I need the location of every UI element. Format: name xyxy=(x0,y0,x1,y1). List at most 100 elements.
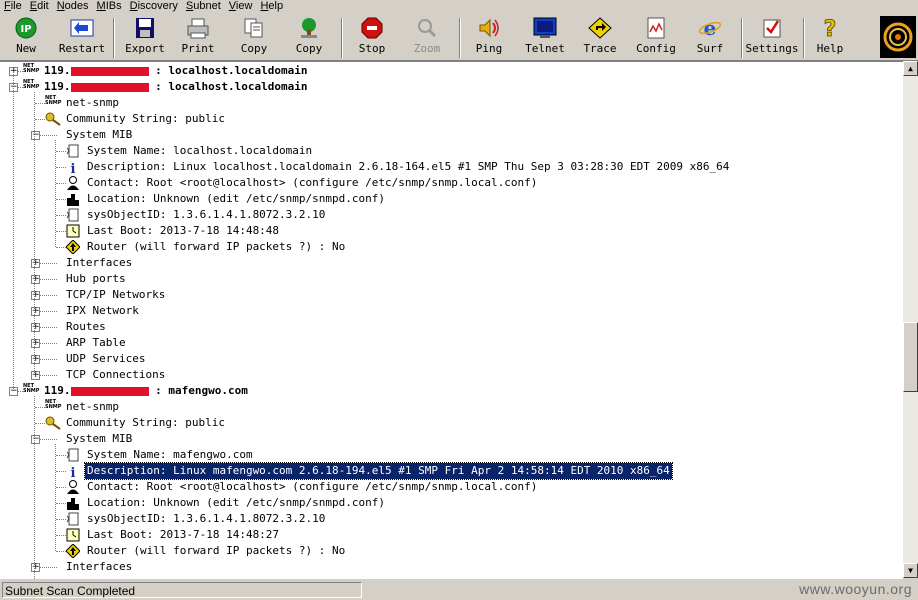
expand-icon[interactable]: + xyxy=(31,307,40,316)
tree-connector xyxy=(56,519,66,520)
tree-node[interactable]: System Name: localhost.localdomain xyxy=(0,143,903,159)
config-button[interactable]: Config xyxy=(633,16,679,58)
trace-button[interactable]: Trace xyxy=(578,16,622,58)
copy-button[interactable]: Copy xyxy=(232,16,276,58)
node-tree[interactable]: + NET SNMP 119. : localhost.localdomain − NET… xyxy=(0,61,903,579)
tree-connector xyxy=(56,455,66,456)
toolbar-button-label: Copy xyxy=(240,42,268,55)
expand-icon[interactable]: + xyxy=(31,355,40,364)
tree-node[interactable]: + Interfaces xyxy=(0,255,903,271)
menu-nodes[interactable]: Nodes xyxy=(53,0,93,13)
app-logo-icon xyxy=(880,16,916,58)
expand-icon[interactable]: + xyxy=(31,339,40,348)
tree-node[interactable]: Last Boot: 2013-7-18 14:48:48 xyxy=(0,223,903,239)
tree-node[interactable]: Location: Unknown (edit /etc/snmp/snmpd.… xyxy=(0,191,903,207)
tree-node[interactable]: − NET SNMP 119. : mafengwo.com xyxy=(0,383,903,399)
tree-node[interactable]: + ARP Table xyxy=(0,335,903,351)
tree-node[interactable]: System Name: mafengwo.com xyxy=(0,447,903,463)
tree-node[interactable]: − NET SNMP 119. : localhost.localdomain xyxy=(0,79,903,95)
toolbar-separator xyxy=(741,18,742,58)
copy-button[interactable]: Copy xyxy=(287,16,331,58)
tree-node-label: Last Boot: 2013-7-18 14:48:48 xyxy=(87,223,279,239)
tree-node[interactable]: sysObjectID: 1.3.6.1.4.1.8072.3.2.10 xyxy=(0,511,903,527)
expand-icon[interactable]: + xyxy=(31,563,40,572)
scroll-up-arrow-icon[interactable]: ▲ xyxy=(903,61,918,76)
collapse-icon[interactable]: − xyxy=(31,131,40,140)
tree-node[interactable]: Last Boot: 2013-7-18 14:48:27 xyxy=(0,527,903,543)
tree-node-text: Hub ports xyxy=(66,272,126,285)
expand-icon[interactable]: + xyxy=(31,323,40,332)
tree-node-label: Interfaces xyxy=(66,559,132,575)
telnet-button[interactable]: Telnet xyxy=(522,16,568,58)
tree-node-label: Contact: Root <root@localhost> (configur… xyxy=(87,175,537,191)
menu-file[interactable]: File xyxy=(0,0,26,13)
tree-connector xyxy=(56,247,66,248)
tree-node[interactable]: NET SNMP net-snmp xyxy=(0,95,903,111)
stop-sign-icon xyxy=(359,17,385,39)
tree-connector xyxy=(56,151,66,152)
tree-node[interactable]: + Routes xyxy=(0,319,903,335)
menu-mibs[interactable]: MIBs xyxy=(93,0,126,13)
tree-node[interactable]: − System MIB xyxy=(0,431,903,447)
toolbar-button-label: Config xyxy=(636,42,676,55)
tree-node[interactable]: + TCP/IP Networks xyxy=(0,287,903,303)
tree-node-selected[interactable]: i Description: Linux mafengwo.com 2.6.18-… xyxy=(0,462,903,481)
menu-view[interactable]: View xyxy=(225,0,257,13)
zoom-button[interactable]: Zoom xyxy=(406,16,448,58)
svg-text:e: e xyxy=(704,17,717,39)
help-button[interactable]: ? Help xyxy=(810,16,850,58)
net-snmp-icon: NET SNMP xyxy=(23,383,40,394)
tree-node[interactable]: Contact: Root <root@localhost> (configur… xyxy=(0,479,903,495)
restart-button[interactable]: Restart xyxy=(58,16,106,58)
tree-node[interactable]: + TCP Connections xyxy=(0,367,903,383)
tree-node-text: Last Boot: 2013-7-18 14:48:48 xyxy=(87,224,280,237)
menu-help[interactable]: Help xyxy=(256,0,287,13)
print-button[interactable]: Print xyxy=(177,16,219,58)
tree-node-label: Contact: Root <root@localhost> (configur… xyxy=(87,479,537,495)
tree-node[interactable]: + UDP Services xyxy=(0,351,903,367)
tree-node[interactable]: i Description: Linux localhost.localdomai… xyxy=(0,159,903,177)
scroll-thumb[interactable] xyxy=(903,322,918,392)
menu-discovery[interactable]: Discovery xyxy=(126,0,182,13)
tree-node[interactable]: + Hub ports xyxy=(0,271,903,287)
menu-edit[interactable]: Edit xyxy=(26,0,53,13)
tree-node[interactable]: + Interfaces xyxy=(0,559,903,575)
tree-node[interactable]: Community String: public xyxy=(0,415,903,431)
tree-node[interactable]: Router (will forward IP packets ?) : No xyxy=(0,239,903,255)
tree-node[interactable]: Community String: public xyxy=(0,111,903,127)
tree-node[interactable]: + IPX Network xyxy=(0,303,903,319)
stop-button[interactable]: Stop xyxy=(350,16,394,58)
collapse-icon[interactable]: − xyxy=(31,435,40,444)
tree-node[interactable]: sysObjectID: 1.3.6.1.4.1.8072.3.2.10 xyxy=(0,207,903,223)
expand-icon[interactable]: + xyxy=(31,275,40,284)
tree-node-label: Last Boot: 2013-7-18 14:48:27 xyxy=(87,527,279,543)
expand-icon[interactable]: + xyxy=(31,291,40,300)
vertical-scrollbar[interactable]: ▲ ▼ xyxy=(903,61,918,578)
person-contact-icon xyxy=(66,480,80,494)
redaction-mark xyxy=(70,66,149,76)
tree-node[interactable]: + NET SNMP 119. : localhost.localdomain xyxy=(0,63,903,79)
toolbar-button-label: Stop xyxy=(358,42,386,55)
new-button[interactable]: IP New xyxy=(6,16,46,58)
tree-node[interactable]: NET SNMP net-snmp xyxy=(0,399,903,415)
tree-connector xyxy=(56,199,66,200)
tree-node[interactable]: Location: Unknown (edit /etc/snmp/snmpd.… xyxy=(0,495,903,511)
export-button[interactable]: Export xyxy=(122,16,168,58)
tree-node[interactable]: − System MIB xyxy=(0,127,903,143)
toolbar-separator xyxy=(341,18,342,58)
scroll-down-arrow-icon[interactable]: ▼ xyxy=(903,563,918,578)
settings-button[interactable]: Settings xyxy=(745,16,799,58)
tree-node[interactable]: Router (will forward IP packets ?) : No xyxy=(0,543,903,559)
ip-new-icon: IP xyxy=(13,17,39,39)
toolbar-button-label: Telnet xyxy=(525,42,565,55)
ping-button[interactable]: Ping xyxy=(468,16,510,58)
tree-node-label: Location: Unknown (edit /etc/snmp/snmpd.… xyxy=(87,191,385,207)
surf-button[interactable]: e Surf xyxy=(688,16,732,58)
tree-connector xyxy=(56,167,66,168)
menu-subnet[interactable]: Subnet xyxy=(182,0,225,13)
restart-arrow-icon xyxy=(69,17,95,39)
router-sign-icon xyxy=(65,543,81,559)
expand-icon[interactable]: + xyxy=(31,371,40,380)
expand-icon[interactable]: + xyxy=(31,259,40,268)
tree-node[interactable]: Contact: Root <root@localhost> (configur… xyxy=(0,175,903,191)
